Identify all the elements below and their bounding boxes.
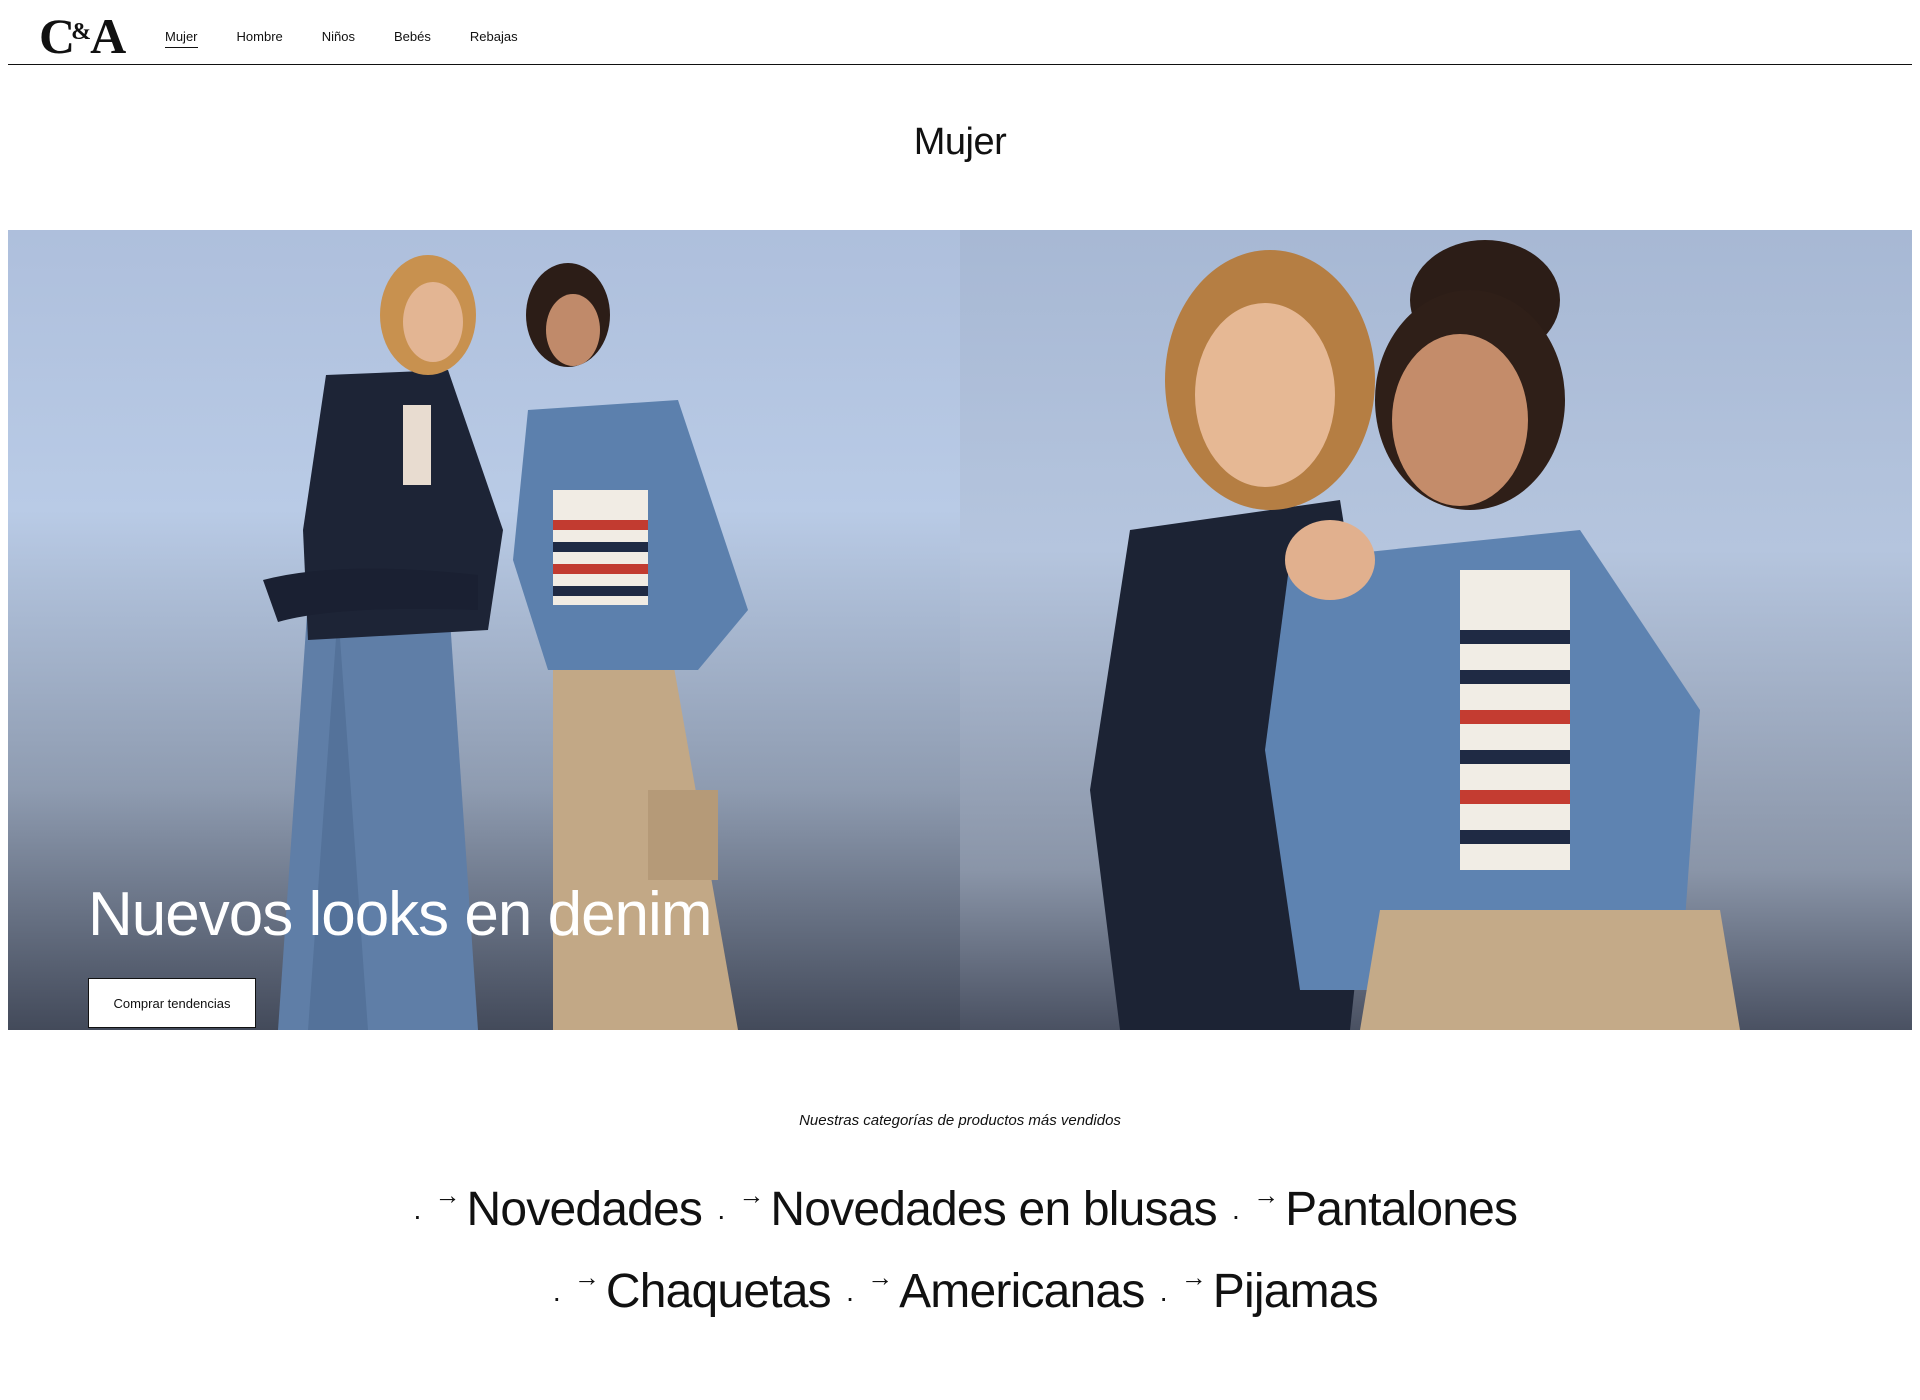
category-link-americanas[interactable]: → Americanas xyxy=(867,1262,1145,1333)
nav-item-bebes[interactable]: Bebés xyxy=(394,29,431,48)
hero-banner[interactable]: Nuevos looks en denim Comprar tendencias xyxy=(8,230,1912,1030)
category-link-pantalones[interactable]: → Pantalones xyxy=(1253,1180,1518,1251)
category-separator: · xyxy=(552,1281,562,1313)
category-separator: · xyxy=(716,1199,726,1231)
brand-logo[interactable]: C&A xyxy=(39,9,126,61)
hero-headline: Nuevos looks en denim xyxy=(88,880,712,949)
page-title: Mujer xyxy=(913,121,1007,163)
nav-item-ninos[interactable]: Niños xyxy=(322,29,355,48)
category-link-chaquetas[interactable]: → Chaquetas xyxy=(573,1262,832,1333)
category-link-novedades[interactable]: → Novedades xyxy=(435,1180,703,1251)
category-separator: · xyxy=(412,1199,423,1231)
nav-item-rebajas[interactable]: Rebajas xyxy=(470,29,518,48)
arrow-right-icon: → xyxy=(573,1262,600,1292)
category-link-pijamas[interactable]: → Pijamas xyxy=(1180,1262,1379,1333)
arrow-right-icon: → xyxy=(1253,1180,1280,1210)
category-separator: · xyxy=(1158,1281,1169,1313)
hero-image-right xyxy=(960,230,1912,1030)
category-list-row-2: · → Chaquetas · → Americanas · → Pijamas xyxy=(0,1262,1920,1333)
category-label: Pijamas xyxy=(1212,1265,1379,1318)
arrow-right-icon: → xyxy=(738,1180,765,1210)
arrow-right-icon: → xyxy=(434,1180,461,1210)
category-label: Pantalones xyxy=(1285,1183,1518,1236)
hero-image-right-illustration xyxy=(960,230,1912,1030)
category-label: Novedades xyxy=(466,1183,703,1236)
site-header: C&A Mujer Hombre Niños Bebés Rebajas xyxy=(8,0,1912,65)
arrow-right-icon: → xyxy=(867,1262,894,1292)
nav-item-mujer[interactable]: Mujer xyxy=(165,29,198,48)
category-separator: · xyxy=(845,1281,855,1313)
category-label: Novedades en blusas xyxy=(770,1183,1217,1236)
category-link-novedades-en-blusas[interactable]: → Novedades en blusas xyxy=(738,1180,1217,1251)
main-nav: Mujer Hombre Niños Bebés Rebajas xyxy=(157,29,518,48)
arrow-right-icon: → xyxy=(1180,1262,1207,1292)
page: C&A Mujer Hombre Niños Bebés Rebajas Muj… xyxy=(0,0,1920,1400)
shop-trends-button[interactable]: Comprar tendencias xyxy=(88,978,256,1028)
category-list-row-1: · → Novedades · → Novedades en blusas · → P… xyxy=(0,1180,1920,1251)
category-label: Chaquetas xyxy=(605,1265,832,1318)
categories-subtitle: Nuestras categorías de productos más ven… xyxy=(799,1112,1121,1129)
nav-item-hombre[interactable]: Hombre xyxy=(237,29,283,48)
category-separator: · xyxy=(1231,1199,1241,1231)
category-label: Americanas xyxy=(899,1265,1145,1318)
